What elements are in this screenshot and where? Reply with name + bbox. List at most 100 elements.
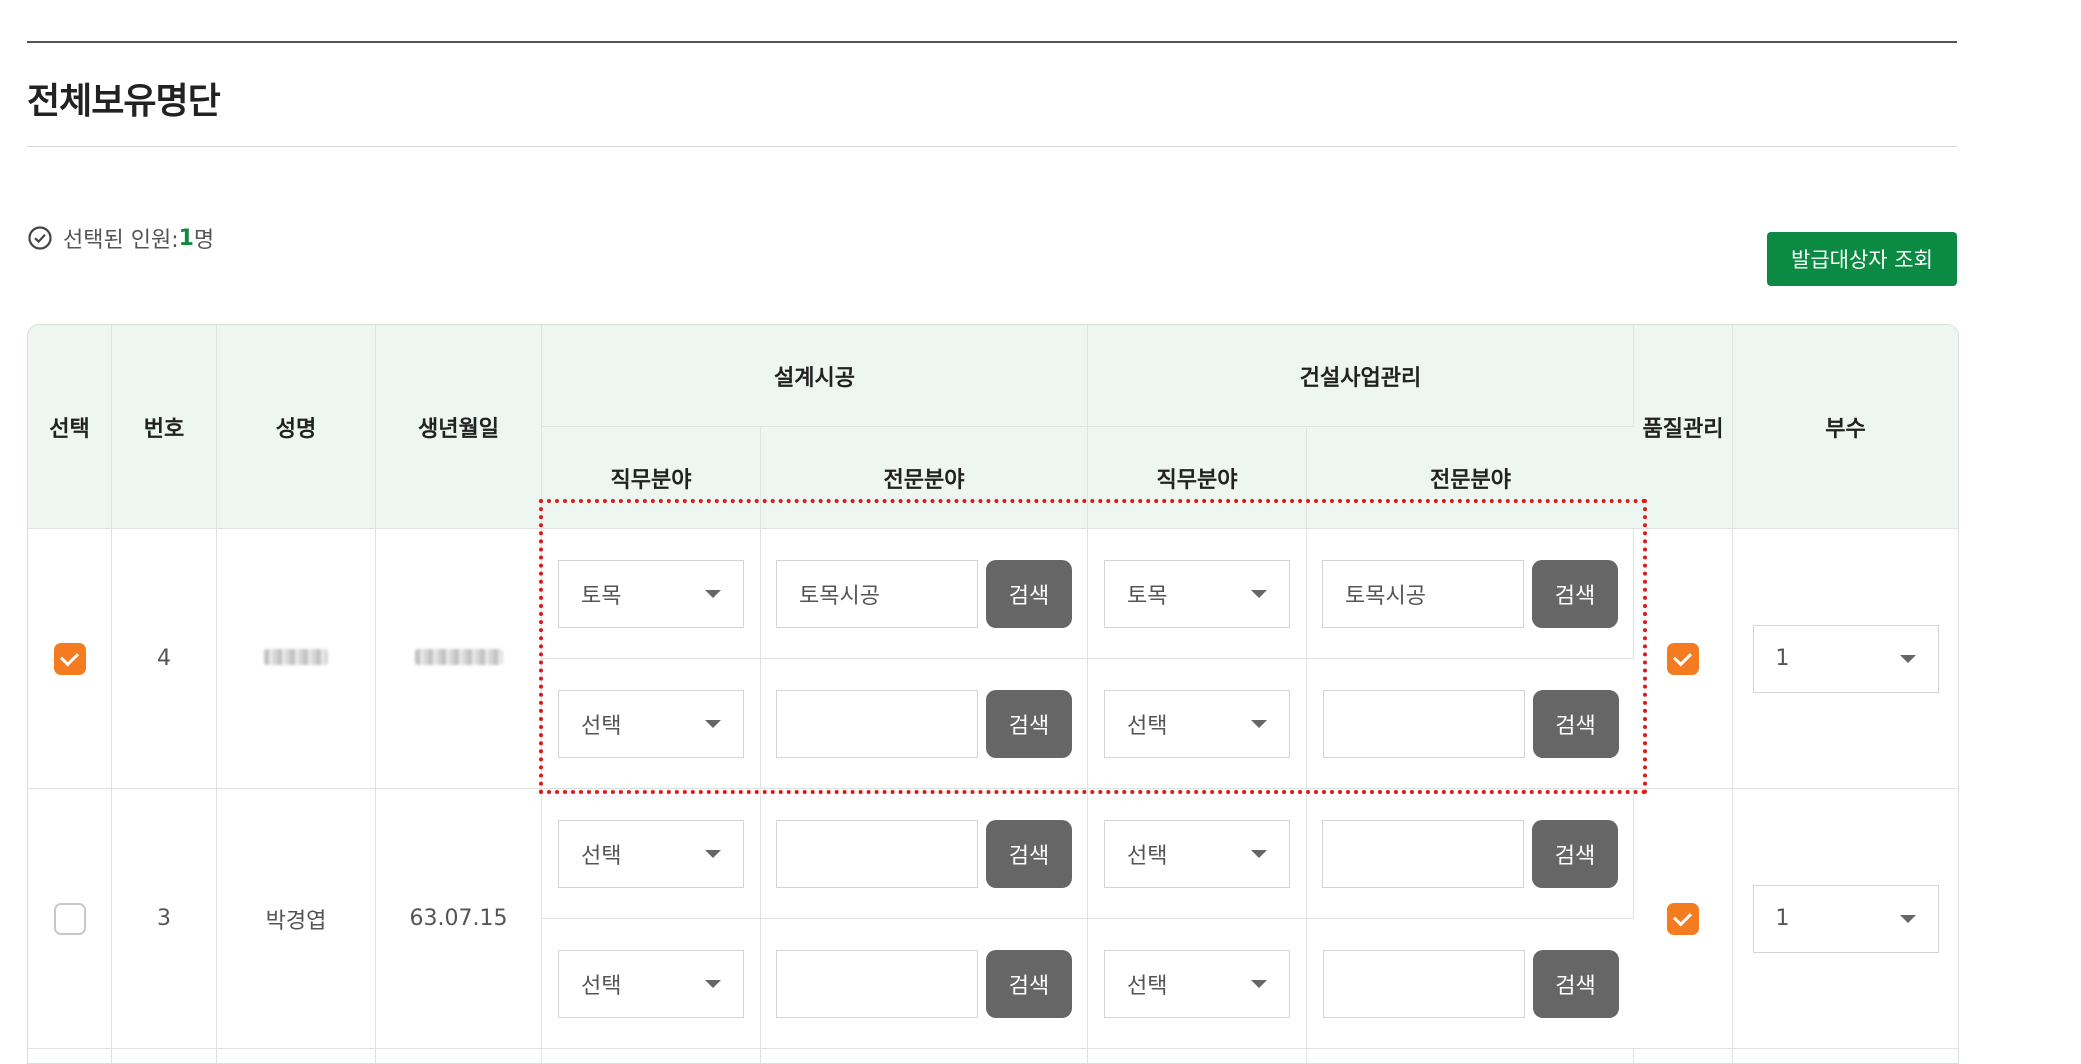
design-specialty-search-button[interactable]: 검색 <box>986 949 1072 1018</box>
mgmt-specialty-input[interactable] <box>1322 949 1525 1018</box>
redacted-name <box>264 649 328 665</box>
table-row: 4 토목 검색 토목 검색 1 <box>28 529 1959 789</box>
mgmt-specialty-input[interactable] <box>1322 559 1524 628</box>
mgmt-specialty-cell: 검색 <box>1307 659 1635 789</box>
mgmt-job-cell: 선택 <box>1088 789 1307 919</box>
select-cell <box>28 789 112 1049</box>
table-row: 3 박경엽 63.07.15 선택 검색 선택 검색 1 <box>28 789 1959 1049</box>
quality-checkbox[interactable] <box>1667 642 1700 675</box>
select-value: 선택 <box>581 843 622 869</box>
header-mgmt-job-field: 직무분야 <box>1088 427 1307 529</box>
header-copies: 부수 <box>1733 325 1959 529</box>
caret-down-icon <box>1251 589 1267 598</box>
design-specialty-input[interactable] <box>776 819 978 888</box>
page-root: 전체보유명단 선택된 인원: 1 명 발급대상자 조회 선택 번호 성명 생년월… <box>0 0 2081 1064</box>
design-specialty-cell: 검색 <box>761 919 1088 1049</box>
select-value: 토목 <box>1127 583 1168 609</box>
design-job-select[interactable]: 선택 <box>558 689 744 758</box>
caret-down-icon <box>705 849 721 858</box>
mgmt-specialty-cell: 검색 <box>1307 919 1635 1049</box>
page-title: 전체보유명단 <box>27 81 221 122</box>
caret-down-icon <box>1251 849 1267 858</box>
caret-down-icon <box>705 589 721 598</box>
header-number: 번호 <box>112 325 217 529</box>
header-mgmt-specialty: 전문분야 <box>1307 427 1635 529</box>
row-checkbox[interactable] <box>53 902 86 935</box>
person-name: 박경엽 <box>265 908 327 934</box>
copies-cell: 1 <box>1733 529 1959 789</box>
table-row-partial <box>28 1049 1958 1063</box>
row-number: 4 <box>157 646 171 671</box>
quality-cell <box>1634 529 1734 789</box>
selected-count-unit: 명 <box>193 228 215 253</box>
mgmt-job-cell: 선택 <box>1088 919 1307 1049</box>
mgmt-specialty-cell: 검색 <box>1307 789 1635 919</box>
design-specialty-search-button[interactable]: 검색 <box>986 559 1072 628</box>
name-cell <box>217 529 376 789</box>
mgmt-job-select[interactable]: 토목 <box>1104 559 1290 628</box>
mgmt-job-cell: 선택 <box>1088 659 1307 789</box>
number-cell: 3 <box>112 789 217 1049</box>
mgmt-specialty-input[interactable] <box>1322 689 1525 758</box>
issue-target-search-button[interactable]: 발급대상자 조회 <box>1767 232 1957 286</box>
mgmt-job-select[interactable]: 선택 <box>1104 689 1290 758</box>
mgmt-specialty-search-button[interactable]: 검색 <box>1532 689 1619 758</box>
mgmt-specialty-search-button[interactable]: 검색 <box>1532 949 1619 1018</box>
check-circle-icon <box>27 225 53 251</box>
design-specialty-cell: 검색 <box>761 659 1088 789</box>
select-value: 선택 <box>581 973 622 999</box>
birth-cell <box>376 529 542 789</box>
design-specialty-input[interactable] <box>776 689 978 758</box>
mgmt-specialty-cell: 검색 <box>1307 529 1635 659</box>
design-specialty-cell: 검색 <box>761 789 1088 919</box>
select-value: 선택 <box>1127 973 1168 999</box>
header-birth: 생년월일 <box>376 325 542 529</box>
design-job-select[interactable]: 선택 <box>558 949 744 1018</box>
mgmt-job-select[interactable]: 선택 <box>1104 949 1290 1018</box>
mgmt-job-select[interactable]: 선택 <box>1104 819 1290 888</box>
caret-down-icon <box>1251 719 1267 728</box>
copies-select[interactable]: 1 <box>1752 884 1939 953</box>
design-job-cell: 선택 <box>542 789 761 919</box>
mgmt-specialty-search-button[interactable]: 검색 <box>1532 559 1618 628</box>
birth-cell: 63.07.15 <box>376 789 542 1049</box>
selected-count-value: 1 <box>178 225 194 251</box>
select-cell <box>28 529 112 789</box>
select-value: 선택 <box>1127 843 1168 869</box>
mgmt-job-cell: 토목 <box>1088 529 1307 659</box>
title-divider <box>27 146 1957 147</box>
header-design-specialty: 전문분야 <box>761 427 1088 529</box>
header-design-construction: 설계시공 <box>542 325 1088 427</box>
design-job-select[interactable]: 선택 <box>558 819 744 888</box>
header-design-job-field: 직무분야 <box>542 427 761 529</box>
header-name: 성명 <box>217 325 376 529</box>
mgmt-specialty-search-button[interactable]: 검색 <box>1532 819 1618 888</box>
caret-down-icon <box>705 719 721 728</box>
design-job-cell: 선택 <box>542 659 761 789</box>
caret-down-icon <box>1899 914 1916 923</box>
quality-checkbox[interactable] <box>1667 902 1700 935</box>
quality-cell <box>1634 789 1734 1049</box>
mgmt-specialty-input[interactable] <box>1322 819 1524 888</box>
design-specialty-search-button[interactable]: 검색 <box>986 819 1072 888</box>
selected-count-label: 선택된 인원: <box>63 228 179 253</box>
design-specialty-cell: 검색 <box>761 529 1088 659</box>
select-value: 토목 <box>581 583 622 609</box>
design-job-cell: 선택 <box>542 919 761 1049</box>
caret-down-icon <box>1899 654 1916 663</box>
design-job-select[interactable]: 토목 <box>558 559 744 628</box>
copies-select[interactable]: 1 <box>1752 624 1939 693</box>
copies-value: 1 <box>1775 906 1790 931</box>
header-construction-management: 건설사업관리 <box>1088 325 1635 427</box>
caret-down-icon <box>1251 979 1267 988</box>
redacted-birth <box>414 649 503 665</box>
select-value: 선택 <box>581 713 622 739</box>
row-checkbox[interactable] <box>53 642 86 675</box>
caret-down-icon <box>705 979 721 988</box>
design-specialty-input[interactable] <box>776 559 978 628</box>
header-select: 선택 <box>28 325 112 529</box>
header-quality: 품질관리 <box>1634 325 1734 529</box>
design-specialty-search-button[interactable]: 검색 <box>986 689 1072 758</box>
number-cell: 4 <box>112 529 217 789</box>
design-specialty-input[interactable] <box>776 949 978 1018</box>
